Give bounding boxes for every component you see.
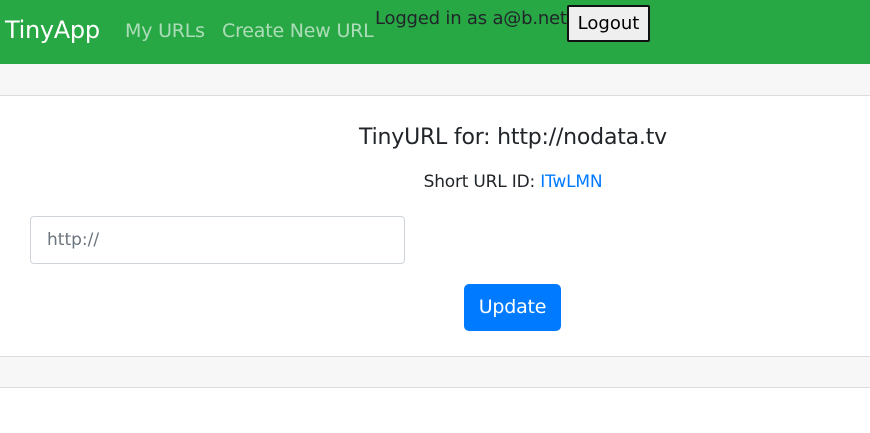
card-header (0, 64, 870, 96)
long-url-input[interactable] (30, 216, 405, 264)
navbar: TinyApp My URLs Create New URL Logged in… (0, 0, 870, 64)
short-url-label: Short URL ID: (423, 172, 536, 192)
nav-link-my-urls[interactable]: My URLs (125, 19, 205, 43)
logout-button[interactable]: Logout (567, 5, 650, 42)
short-url-id-link[interactable]: ITwLMN (540, 172, 602, 192)
nav-link-create-new-url[interactable]: Create New URL (222, 19, 374, 43)
card-title: TinyURL for: http://nodata.tv (359, 125, 667, 150)
brand-link[interactable]: TinyApp (5, 15, 100, 45)
logged-in-status: Logged in as a@b.net (375, 8, 567, 29)
card-footer (0, 356, 870, 388)
update-button[interactable]: Update (464, 284, 561, 331)
short-url-line: Short URL ID: ITwLMN (0, 170, 870, 194)
